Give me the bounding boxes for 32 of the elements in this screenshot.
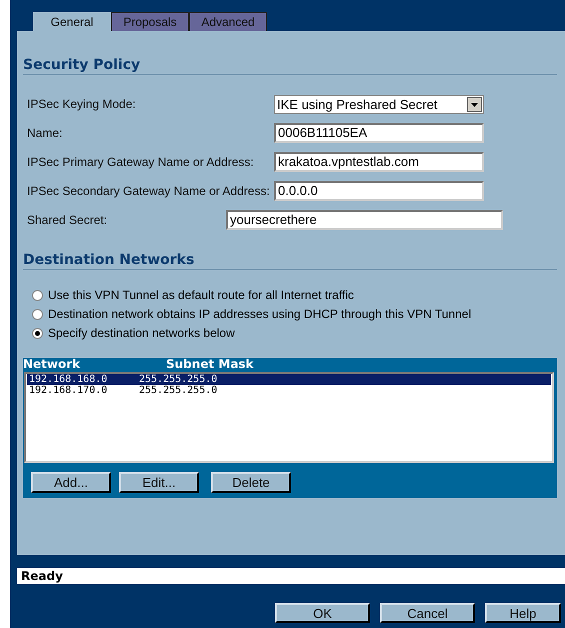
column-header: Subnet Mask (166, 358, 254, 371)
dialog-button[interactable]: OK (275, 603, 370, 623)
input-field[interactable]: krakatoa.vpntestlab.com (274, 152, 484, 172)
table-button[interactable]: Edit... (119, 472, 199, 493)
tab[interactable]: Proposals (111, 12, 189, 31)
keying-mode-dropdown[interactable]: IKE using Preshared Secret (274, 94, 484, 114)
status-bar: Ready (17, 568, 565, 584)
field-label: IPSec Primary Gateway Name or Address: (27, 155, 255, 169)
tab[interactable]: General (33, 12, 111, 31)
dialog-button[interactable]: Help (485, 603, 561, 623)
dialog-button[interactable]: Cancel (380, 603, 475, 623)
radio-label: Destination network obtains IP addresses using DHCP through this VPN Tunnel (48, 307, 472, 321)
radio-label: Use this VPN Tunnel as default route for all Internet traffic (48, 288, 354, 302)
input-field[interactable]: 0006B11105EA (274, 123, 484, 143)
field-label: IPSec Keying Mode: (27, 97, 137, 111)
field-label: IPSec Secondary Gateway Name or Address: (27, 184, 271, 198)
network-row[interactable]: 192.168.170.0 255.255.255.0 (27, 385, 551, 396)
radio-label: Specify destination networks below (48, 326, 235, 340)
radio-button[interactable] (32, 308, 43, 320)
table-button[interactable]: Add... (31, 472, 111, 493)
radio-button[interactable] (32, 290, 43, 300)
radio-button[interactable] (32, 328, 43, 338)
column-header: Network (23, 358, 82, 371)
network-row[interactable]: 192.168.168.0 255.255.255.0 (27, 374, 551, 385)
field-label: Shared Secret: (27, 213, 108, 227)
field-label: Name: (27, 126, 64, 140)
tab[interactable]: Advanced (189, 12, 267, 31)
table-button[interactable]: Delete (211, 472, 291, 493)
input-field[interactable]: yoursecrethere (226, 210, 503, 230)
input-field[interactable]: 0.0.0.0 (274, 181, 484, 201)
section-heading: Destination Networks (23, 252, 557, 270)
section-heading: Security Policy (23, 57, 557, 75)
